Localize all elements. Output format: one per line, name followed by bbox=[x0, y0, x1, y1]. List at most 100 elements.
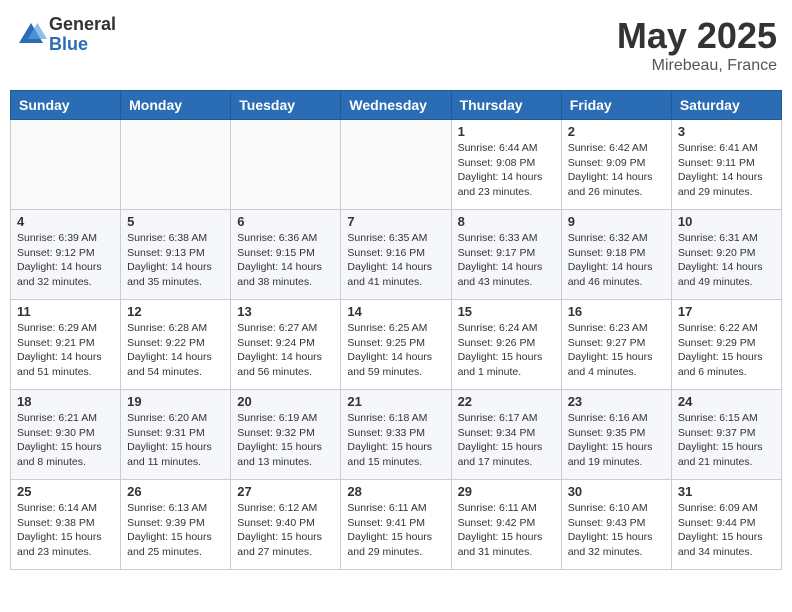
calendar-cell bbox=[121, 120, 231, 210]
calendar-cell: 12 Sunrise: 6:28 AM Sunset: 9:22 PM Dayli… bbox=[121, 300, 231, 390]
day-number: 8 bbox=[458, 214, 555, 229]
logo-icon bbox=[15, 19, 47, 51]
calendar-cell: 27 Sunrise: 6:12 AM Sunset: 9:40 PM Dayli… bbox=[231, 480, 341, 570]
calendar-header-row: SundayMondayTuesdayWednesdayThursdayFrid… bbox=[11, 91, 782, 120]
day-info: Sunrise: 6:28 AM Sunset: 9:22 PM Dayligh… bbox=[127, 321, 224, 380]
day-number: 31 bbox=[678, 484, 775, 499]
day-info: Sunrise: 6:24 AM Sunset: 9:26 PM Dayligh… bbox=[458, 321, 555, 380]
day-number: 27 bbox=[237, 484, 334, 499]
calendar-week-2: 4 Sunrise: 6:39 AM Sunset: 9:12 PM Daylig… bbox=[11, 210, 782, 300]
day-number: 4 bbox=[17, 214, 114, 229]
calendar-cell: 19 Sunrise: 6:20 AM Sunset: 9:31 PM Dayli… bbox=[121, 390, 231, 480]
day-number: 30 bbox=[568, 484, 665, 499]
day-number: 10 bbox=[678, 214, 775, 229]
day-info: Sunrise: 6:15 AM Sunset: 9:37 PM Dayligh… bbox=[678, 411, 775, 470]
day-info: Sunrise: 6:38 AM Sunset: 9:13 PM Dayligh… bbox=[127, 231, 224, 290]
header-friday: Friday bbox=[561, 91, 671, 120]
day-number: 15 bbox=[458, 304, 555, 319]
day-number: 26 bbox=[127, 484, 224, 499]
calendar-cell bbox=[11, 120, 121, 210]
calendar-cell: 26 Sunrise: 6:13 AM Sunset: 9:39 PM Dayli… bbox=[121, 480, 231, 570]
calendar-cell bbox=[231, 120, 341, 210]
day-number: 29 bbox=[458, 484, 555, 499]
calendar-cell: 30 Sunrise: 6:10 AM Sunset: 9:43 PM Dayli… bbox=[561, 480, 671, 570]
header-wednesday: Wednesday bbox=[341, 91, 451, 120]
calendar-week-5: 25 Sunrise: 6:14 AM Sunset: 9:38 PM Dayli… bbox=[11, 480, 782, 570]
day-number: 28 bbox=[347, 484, 444, 499]
day-info: Sunrise: 6:20 AM Sunset: 9:31 PM Dayligh… bbox=[127, 411, 224, 470]
calendar-cell: 2Sunrise: 6:42 AM Sunset: 9:09 PM Daylig… bbox=[561, 120, 671, 210]
day-info: Sunrise: 6:35 AM Sunset: 9:16 PM Dayligh… bbox=[347, 231, 444, 290]
header-monday: Monday bbox=[121, 91, 231, 120]
calendar-cell: 11 Sunrise: 6:29 AM Sunset: 9:21 PM Dayli… bbox=[11, 300, 121, 390]
title-block: May 2025 Mirebeau, France bbox=[617, 15, 777, 75]
day-info: Sunrise: 6:12 AM Sunset: 9:40 PM Dayligh… bbox=[237, 501, 334, 560]
calendar-table: SundayMondayTuesdayWednesdayThursdayFrid… bbox=[10, 90, 782, 570]
day-info: Sunrise: 6:18 AM Sunset: 9:33 PM Dayligh… bbox=[347, 411, 444, 470]
day-number: 13 bbox=[237, 304, 334, 319]
calendar-cell: 13Sunrise: 6:27 AM Sunset: 9:24 PM Dayli… bbox=[231, 300, 341, 390]
header-tuesday: Tuesday bbox=[231, 91, 341, 120]
day-number: 20 bbox=[237, 394, 334, 409]
calendar-cell: 1 Sunrise: 6:44 AM Sunset: 9:08 PM Daylig… bbox=[451, 120, 561, 210]
calendar-cell: 18Sunrise: 6:21 AM Sunset: 9:30 PM Dayli… bbox=[11, 390, 121, 480]
day-info: Sunrise: 6:17 AM Sunset: 9:34 PM Dayligh… bbox=[458, 411, 555, 470]
day-number: 12 bbox=[127, 304, 224, 319]
calendar-cell: 9 Sunrise: 6:32 AM Sunset: 9:18 PM Daylig… bbox=[561, 210, 671, 300]
day-number: 11 bbox=[17, 304, 114, 319]
calendar-week-4: 18Sunrise: 6:21 AM Sunset: 9:30 PM Dayli… bbox=[11, 390, 782, 480]
title-location: Mirebeau, France bbox=[617, 57, 777, 75]
day-number: 14 bbox=[347, 304, 444, 319]
day-number: 3 bbox=[678, 124, 775, 139]
day-info: Sunrise: 6:16 AM Sunset: 9:35 PM Dayligh… bbox=[568, 411, 665, 470]
calendar-cell: 24 Sunrise: 6:15 AM Sunset: 9:37 PM Dayli… bbox=[671, 390, 781, 480]
day-number: 7 bbox=[347, 214, 444, 229]
page-header: General Blue May 2025 Mirebeau, France bbox=[10, 10, 782, 80]
logo: General Blue bbox=[15, 15, 116, 55]
calendar-cell: 15 Sunrise: 6:24 AM Sunset: 9:26 PM Dayli… bbox=[451, 300, 561, 390]
day-number: 21 bbox=[347, 394, 444, 409]
day-info: Sunrise: 6:25 AM Sunset: 9:25 PM Dayligh… bbox=[347, 321, 444, 380]
day-info: Sunrise: 6:11 AM Sunset: 9:41 PM Dayligh… bbox=[347, 501, 444, 560]
day-info: Sunrise: 6:31 AM Sunset: 9:20 PM Dayligh… bbox=[678, 231, 775, 290]
day-number: 17 bbox=[678, 304, 775, 319]
day-number: 5 bbox=[127, 214, 224, 229]
day-info: Sunrise: 6:10 AM Sunset: 9:43 PM Dayligh… bbox=[568, 501, 665, 560]
day-number: 19 bbox=[127, 394, 224, 409]
day-info: Sunrise: 6:32 AM Sunset: 9:18 PM Dayligh… bbox=[568, 231, 665, 290]
day-number: 16 bbox=[568, 304, 665, 319]
day-info: Sunrise: 6:21 AM Sunset: 9:30 PM Dayligh… bbox=[17, 411, 114, 470]
calendar-cell: 8Sunrise: 6:33 AM Sunset: 9:17 PM Daylig… bbox=[451, 210, 561, 300]
day-info: Sunrise: 6:14 AM Sunset: 9:38 PM Dayligh… bbox=[17, 501, 114, 560]
calendar-cell: 3 Sunrise: 6:41 AM Sunset: 9:11 PM Daylig… bbox=[671, 120, 781, 210]
calendar-cell: 22Sunrise: 6:17 AM Sunset: 9:34 PM Dayli… bbox=[451, 390, 561, 480]
calendar-cell: 14 Sunrise: 6:25 AM Sunset: 9:25 PM Dayli… bbox=[341, 300, 451, 390]
day-number: 23 bbox=[568, 394, 665, 409]
calendar-cell: 10 Sunrise: 6:31 AM Sunset: 9:20 PM Dayli… bbox=[671, 210, 781, 300]
calendar-cell: 5 Sunrise: 6:38 AM Sunset: 9:13 PM Daylig… bbox=[121, 210, 231, 300]
day-number: 24 bbox=[678, 394, 775, 409]
day-info: Sunrise: 6:44 AM Sunset: 9:08 PM Dayligh… bbox=[458, 141, 555, 200]
day-info: Sunrise: 6:29 AM Sunset: 9:21 PM Dayligh… bbox=[17, 321, 114, 380]
calendar-week-3: 11 Sunrise: 6:29 AM Sunset: 9:21 PM Dayli… bbox=[11, 300, 782, 390]
day-number: 9 bbox=[568, 214, 665, 229]
day-number: 25 bbox=[17, 484, 114, 499]
calendar-cell bbox=[341, 120, 451, 210]
calendar-cell: 20 Sunrise: 6:19 AM Sunset: 9:32 PM Dayli… bbox=[231, 390, 341, 480]
day-info: Sunrise: 6:39 AM Sunset: 9:12 PM Dayligh… bbox=[17, 231, 114, 290]
calendar-cell: 31Sunrise: 6:09 AM Sunset: 9:44 PM Dayli… bbox=[671, 480, 781, 570]
header-sunday: Sunday bbox=[11, 91, 121, 120]
day-info: Sunrise: 6:41 AM Sunset: 9:11 PM Dayligh… bbox=[678, 141, 775, 200]
header-saturday: Saturday bbox=[671, 91, 781, 120]
calendar-week-1: 1 Sunrise: 6:44 AM Sunset: 9:08 PM Daylig… bbox=[11, 120, 782, 210]
day-info: Sunrise: 6:13 AM Sunset: 9:39 PM Dayligh… bbox=[127, 501, 224, 560]
logo-general: General bbox=[49, 15, 116, 35]
day-number: 1 bbox=[458, 124, 555, 139]
logo-blue: Blue bbox=[49, 35, 116, 55]
day-info: Sunrise: 6:42 AM Sunset: 9:09 PM Dayligh… bbox=[568, 141, 665, 200]
day-info: Sunrise: 6:22 AM Sunset: 9:29 PM Dayligh… bbox=[678, 321, 775, 380]
day-info: Sunrise: 6:19 AM Sunset: 9:32 PM Dayligh… bbox=[237, 411, 334, 470]
calendar-cell: 7 Sunrise: 6:35 AM Sunset: 9:16 PM Daylig… bbox=[341, 210, 451, 300]
calendar-cell: 16Sunrise: 6:23 AM Sunset: 9:27 PM Dayli… bbox=[561, 300, 671, 390]
title-month: May 2025 bbox=[617, 15, 777, 57]
